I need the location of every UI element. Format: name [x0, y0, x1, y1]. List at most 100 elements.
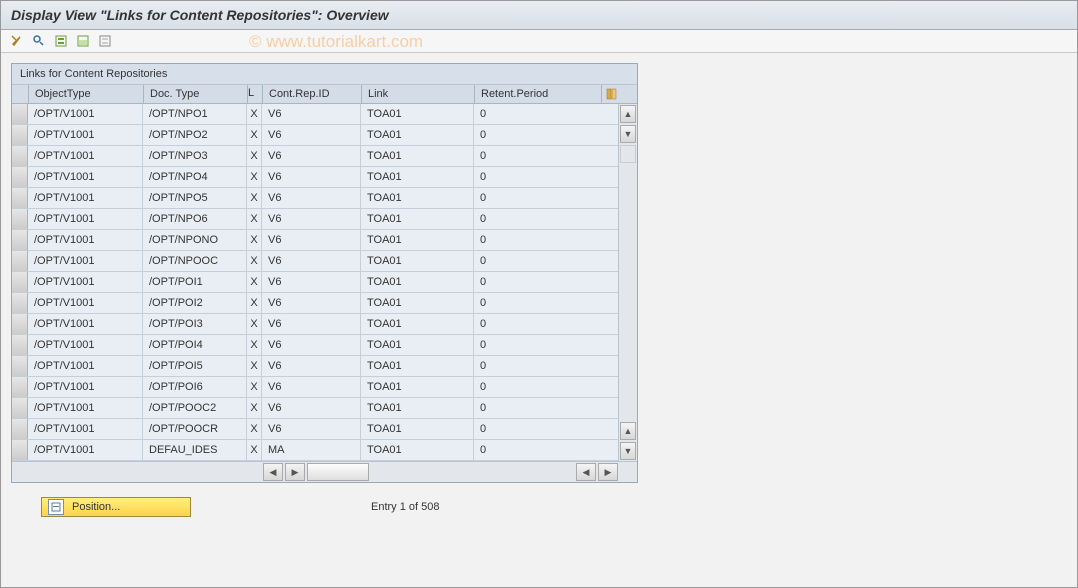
- row-selector-header: [12, 85, 29, 103]
- col-header-objecttype[interactable]: ObjectType: [29, 85, 144, 103]
- cell-link: TOA01: [361, 398, 474, 418]
- row-selector[interactable]: [12, 251, 28, 271]
- scroll-left-icon[interactable]: ◀: [263, 463, 283, 481]
- col-header-link[interactable]: Link: [362, 85, 475, 103]
- cell-contrepid: V6: [262, 251, 361, 271]
- cell-l: X: [247, 230, 262, 250]
- cell-retent: 0: [474, 230, 601, 250]
- cell-doctype: /OPT/POI1: [143, 272, 247, 292]
- cell-link: TOA01: [361, 440, 474, 460]
- cell-doctype: /OPT/NPO2: [143, 125, 247, 145]
- cell-link: TOA01: [361, 314, 474, 334]
- row-selector[interactable]: [12, 188, 28, 208]
- table-row[interactable]: /OPT/V1001 /OPT/NPO2 X V6 TOA01 0: [12, 125, 618, 146]
- scroll-right-end-icon[interactable]: ▶: [598, 463, 618, 481]
- table-row[interactable]: /OPT/V1001 /OPT/NPO5 X V6 TOA01 0: [12, 188, 618, 209]
- table-row[interactable]: /OPT/V1001 /OPT/POOC2 X V6 TOA01 0: [12, 398, 618, 419]
- cell-objecttype: /OPT/V1001: [28, 314, 143, 334]
- cell-doctype: /OPT/NPO5: [143, 188, 247, 208]
- cell-doctype: /OPT/POOC2: [143, 398, 247, 418]
- cell-doctype: /OPT/NPONO: [143, 230, 247, 250]
- cell-contrepid: V6: [262, 209, 361, 229]
- cell-objecttype: /OPT/V1001: [28, 272, 143, 292]
- cell-contrepid: V6: [262, 188, 361, 208]
- table-row[interactable]: /OPT/V1001 /OPT/POI1 X V6 TOA01 0: [12, 272, 618, 293]
- row-selector[interactable]: [12, 230, 28, 250]
- cell-retent: 0: [474, 167, 601, 187]
- cell-l: X: [247, 440, 262, 460]
- cell-retent: 0: [474, 440, 601, 460]
- cell-objecttype: /OPT/V1001: [28, 104, 143, 124]
- row-selector[interactable]: [12, 440, 28, 460]
- scroll-thumb[interactable]: [307, 463, 369, 481]
- row-selector[interactable]: [12, 398, 28, 418]
- cell-objecttype: /OPT/V1001: [28, 335, 143, 355]
- cell-objecttype: /OPT/V1001: [28, 188, 143, 208]
- cell-contrepid: V6: [262, 293, 361, 313]
- table-row[interactable]: /OPT/V1001 /OPT/NPO4 X V6 TOA01 0: [12, 167, 618, 188]
- row-selector[interactable]: [12, 167, 28, 187]
- cell-objecttype: /OPT/V1001: [28, 230, 143, 250]
- table-row[interactable]: /OPT/V1001 /OPT/POI5 X V6 TOA01 0: [12, 356, 618, 377]
- footer-row: Position... Entry 1 of 508: [11, 483, 1067, 517]
- row-selector[interactable]: [12, 356, 28, 376]
- cell-objecttype: /OPT/V1001: [28, 125, 143, 145]
- table-row[interactable]: /OPT/V1001 /OPT/NPONO X V6 TOA01 0: [12, 230, 618, 251]
- table-row[interactable]: /OPT/V1001 /OPT/NPO1 X V6 TOA01 0: [12, 104, 618, 125]
- deselect-all-icon[interactable]: [97, 33, 113, 49]
- row-selector[interactable]: [12, 314, 28, 334]
- table-row[interactable]: /OPT/V1001 /OPT/POI3 X V6 TOA01 0: [12, 314, 618, 335]
- cell-retent: 0: [474, 398, 601, 418]
- cell-link: TOA01: [361, 335, 474, 355]
- table-row[interactable]: /OPT/V1001 /OPT/POI4 X V6 TOA01 0: [12, 335, 618, 356]
- scroll-right-icon[interactable]: ▶: [285, 463, 305, 481]
- col-header-contrepid[interactable]: Cont.Rep.ID: [263, 85, 362, 103]
- table-row[interactable]: /OPT/V1001 DEFAU_IDES X MA TOA01 0: [12, 440, 618, 461]
- row-selector[interactable]: [12, 104, 28, 124]
- cell-l: X: [247, 272, 262, 292]
- horizontal-scrollbar[interactable]: ◀ ▶ ◀ ▶: [12, 461, 637, 482]
- scroll-up-icon[interactable]: ▲: [620, 105, 636, 123]
- scroll-down-end-icon[interactable]: ▼: [620, 442, 636, 460]
- details-icon[interactable]: [31, 33, 47, 49]
- col-header-doctype[interactable]: Doc. Type: [144, 85, 248, 103]
- position-button[interactable]: Position...: [41, 497, 191, 517]
- table-row[interactable]: /OPT/V1001 /OPT/NPOOC X V6 TOA01 0: [12, 251, 618, 272]
- table-settings-icon[interactable]: [602, 85, 622, 103]
- table-row[interactable]: /OPT/V1001 /OPT/NPO3 X V6 TOA01 0: [12, 146, 618, 167]
- table-row[interactable]: /OPT/V1001 /OPT/POI2 X V6 TOA01 0: [12, 293, 618, 314]
- row-selector[interactable]: [12, 146, 28, 166]
- cell-contrepid: V6: [262, 104, 361, 124]
- row-selector[interactable]: [12, 419, 28, 439]
- cell-link: TOA01: [361, 419, 474, 439]
- scroll-down-icon[interactable]: ▼: [620, 125, 636, 143]
- row-selector[interactable]: [12, 293, 28, 313]
- cell-contrepid: V6: [262, 335, 361, 355]
- row-selector[interactable]: [12, 272, 28, 292]
- row-selector[interactable]: [12, 335, 28, 355]
- row-selector[interactable]: [12, 209, 28, 229]
- table-header-row: ObjectType Doc. Type L Cont.Rep.ID Link …: [12, 85, 637, 104]
- cell-contrepid: V6: [262, 146, 361, 166]
- row-selector[interactable]: [12, 377, 28, 397]
- col-header-retentperiod[interactable]: Retent.Period: [475, 85, 602, 103]
- scroll-track[interactable]: [619, 164, 637, 421]
- table-row[interactable]: /OPT/V1001 /OPT/NPO6 X V6 TOA01 0: [12, 209, 618, 230]
- row-selector[interactable]: [12, 125, 28, 145]
- cell-link: TOA01: [361, 188, 474, 208]
- cell-link: TOA01: [361, 146, 474, 166]
- cell-l: X: [247, 356, 262, 376]
- cell-objecttype: /OPT/V1001: [28, 293, 143, 313]
- vertical-scrollbar[interactable]: ▲ ▼ ▲ ▼: [618, 104, 637, 461]
- scroll-left-end-icon[interactable]: ◀: [576, 463, 596, 481]
- cell-l: X: [247, 209, 262, 229]
- table-row[interactable]: /OPT/V1001 /OPT/POI6 X V6 TOA01 0: [12, 377, 618, 398]
- table-row[interactable]: /OPT/V1001 /OPT/POOCR X V6 TOA01 0: [12, 419, 618, 440]
- scroll-up-end-icon[interactable]: ▲: [620, 422, 636, 440]
- toggle-edit-icon[interactable]: [9, 33, 25, 49]
- select-all-icon[interactable]: [53, 33, 69, 49]
- cell-doctype: /OPT/POI3: [143, 314, 247, 334]
- cell-link: TOA01: [361, 251, 474, 271]
- select-block-icon[interactable]: [75, 33, 91, 49]
- col-header-l[interactable]: L: [248, 85, 263, 103]
